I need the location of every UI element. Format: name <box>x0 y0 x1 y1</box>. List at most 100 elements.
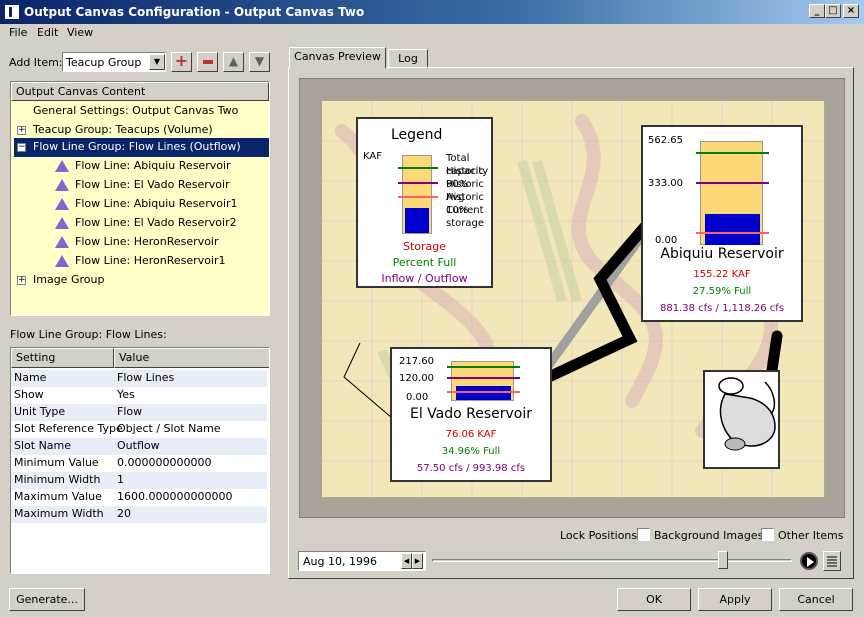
value-cell: Outflow <box>117 439 160 452</box>
legend-flow: Inflow / Outflow <box>381 272 468 285</box>
tab-canvas-preview[interactable]: Canvas Preview <box>289 47 386 68</box>
menu-file[interactable]: File <box>9 26 27 39</box>
settings-button[interactable] <box>823 551 841 571</box>
teapot-icon <box>718 377 776 451</box>
value-cell: Yes <box>117 388 135 401</box>
ok-button[interactable]: OK <box>617 588 691 611</box>
value-cell: Flow Lines <box>117 371 175 384</box>
setting-cell: Maximum Width <box>14 507 104 520</box>
historic-90-line <box>398 167 438 169</box>
add-item-label: Add Item: <box>9 56 63 69</box>
table-row[interactable]: Show Yes <box>11 387 267 404</box>
elvado-tick-min: 0.00 <box>406 392 429 403</box>
table-row[interactable]: Maximum Width 20 <box>11 506 267 523</box>
add-item-button[interactable]: + <box>171 52 192 72</box>
add-item-select[interactable]: Teacup Group ▼ <box>62 52 166 72</box>
close-button[interactable]: × <box>843 4 859 18</box>
tree-item-general-settings[interactable]: General Settings: Output Canvas Two <box>11 102 267 121</box>
lock-background-images-checkbox[interactable] <box>637 528 650 541</box>
abiquiu-tick-min: 0.00 <box>655 235 678 246</box>
tree-item-flow-line[interactable]: Flow Line: El Vado Reservoir <box>11 176 267 195</box>
elvado-tick-mid: 120.00 <box>399 373 434 384</box>
properties-table[interactable]: Setting Value Name Flow Lines Show Yes Uni… <box>10 347 270 574</box>
elvado-name: El Vado Reservoir <box>409 406 533 422</box>
move-up-button[interactable]: ▲ <box>223 52 244 72</box>
table-row[interactable]: Slot Name Outflow <box>11 438 267 455</box>
abiquiu-tick-max: 562.65 <box>648 135 683 146</box>
table-row[interactable]: Minimum Value 0.000000000000 <box>11 455 267 472</box>
abiquiu-historic-10-line <box>696 232 769 234</box>
table-row[interactable]: Slot Reference Type Object / Slot Name <box>11 421 267 438</box>
expand-icon[interactable]: + <box>17 126 26 135</box>
abiquiu-flow: 881.38 cfs / 1,118.26 cfs <box>659 303 785 314</box>
play-icon <box>807 557 814 567</box>
timeline-slider-thumb[interactable] <box>718 551 728 569</box>
table-row[interactable]: Minimum Width 1 <box>11 472 267 489</box>
table-row[interactable]: Maximum Value 1600.000000000000 <box>11 489 267 506</box>
move-down-button[interactable]: ▼ <box>249 52 270 72</box>
tree-item-label: General Settings: Output Canvas Two <box>33 104 239 117</box>
arrow-right-icon: ▶ <box>414 557 421 565</box>
elvado-historic-avg-line <box>447 377 520 379</box>
legend-item-current-storage: Current storage <box>446 205 484 229</box>
tree-item-flow-line[interactable]: Flow Line: HeronReservoir <box>11 233 267 252</box>
value-cell: 1600.000000000000 <box>117 490 233 503</box>
date-prev-button[interactable]: ◀ <box>401 553 412 569</box>
abiquiu-tick-mid: 333.00 <box>648 178 683 189</box>
lock-other-items-checkbox[interactable] <box>761 528 774 541</box>
abiquiu-percent: 27.59% Full <box>692 286 752 297</box>
menu-edit[interactable]: Edit <box>37 26 58 39</box>
tree-item-flow-line[interactable]: Flow Line: HeronReservoir1 <box>11 252 267 271</box>
abiquiu-name: Abiquiu Reservoir <box>660 246 784 262</box>
table-row[interactable]: Unit Type Flow <box>11 404 267 421</box>
legend-title: Legend <box>391 127 443 143</box>
generate-button[interactable]: Generate... <box>9 588 85 611</box>
window-title: Output Canvas Configuration - Output Can… <box>24 5 365 19</box>
play-button[interactable] <box>800 552 818 570</box>
tree-item-flow-line[interactable]: Flow Line: El Vado Reservoir2 <box>11 214 267 233</box>
maximize-button[interactable]: □ <box>825 4 841 18</box>
elvado-historic-90-line <box>447 366 520 368</box>
menu-view[interactable]: View <box>67 26 93 39</box>
properties-title: Flow Line Group: Flow Lines: <box>10 328 167 341</box>
date-next-button[interactable]: ▶ <box>412 553 423 569</box>
table-row[interactable]: Name Flow Lines <box>11 370 267 387</box>
abiquiu-teacup <box>696 141 769 245</box>
lock-background-images-label: Background Images <box>654 529 764 542</box>
legend-card[interactable]: Legend KAF Total capacity Historic 90% H… <box>356 117 493 288</box>
tree-item-flow-line[interactable]: Flow Line: Abiquiu Reservoir1 <box>11 195 267 214</box>
cancel-button[interactable]: Cancel <box>779 588 853 611</box>
content-tree[interactable]: Output Canvas Content General Settings: … <box>10 81 270 316</box>
tree-item-image-group[interactable]: + Image Group <box>11 271 267 290</box>
minus-icon <box>203 60 213 64</box>
tree-item-flow-line-group[interactable]: − Flow Line Group: Flow Lines (Outflow) <box>14 138 269 157</box>
remove-item-button[interactable] <box>197 52 218 72</box>
abiquiu-reservoir-card[interactable]: 562.65 333.00 0.00 Abiquiu Reservoir 155… <box>641 125 803 322</box>
apply-button[interactable]: Apply <box>698 588 772 611</box>
abiquiu-historic-90-line <box>696 152 769 154</box>
tab-log[interactable]: Log <box>388 49 428 69</box>
minimize-button[interactable]: _ <box>809 4 825 18</box>
teapot-image[interactable] <box>703 370 780 469</box>
value-cell: 20 <box>117 507 131 520</box>
abiquiu-historic-avg-line <box>696 182 769 184</box>
historic-10-line <box>398 196 438 198</box>
collapse-icon[interactable]: − <box>17 143 26 152</box>
expand-icon[interactable]: + <box>17 276 26 285</box>
elvado-tick-max: 217.60 <box>399 356 434 367</box>
canvas-preview[interactable]: Legend KAF Total capacity Historic 90% H… <box>299 78 845 518</box>
chevron-down-icon[interactable]: ▼ <box>149 54 165 70</box>
timeline-track[interactable] <box>432 559 792 562</box>
legend-teacup <box>398 155 438 234</box>
tree-item-label: Flow Line: Abiquiu Reservoir1 <box>75 197 238 210</box>
setting-cell: Show <box>14 388 44 401</box>
setting-cell: Unit Type <box>14 405 66 418</box>
date-field[interactable]: Aug 10, 1996 ◀ ▶ <box>298 551 426 571</box>
tree-item-flow-line[interactable]: Flow Line: Abiquiu Reservoir <box>11 157 267 176</box>
column-header-setting[interactable]: Setting <box>11 348 114 368</box>
setting-cell: Minimum Width <box>14 473 101 486</box>
setting-cell: Slot Reference Type <box>14 422 123 435</box>
el-vado-reservoir-card[interactable]: 217.60 120.00 0.00 El Vado Reservoir 76.… <box>390 347 552 482</box>
column-header-value[interactable]: Value <box>114 348 269 368</box>
setting-cell: Maximum Value <box>14 490 102 503</box>
